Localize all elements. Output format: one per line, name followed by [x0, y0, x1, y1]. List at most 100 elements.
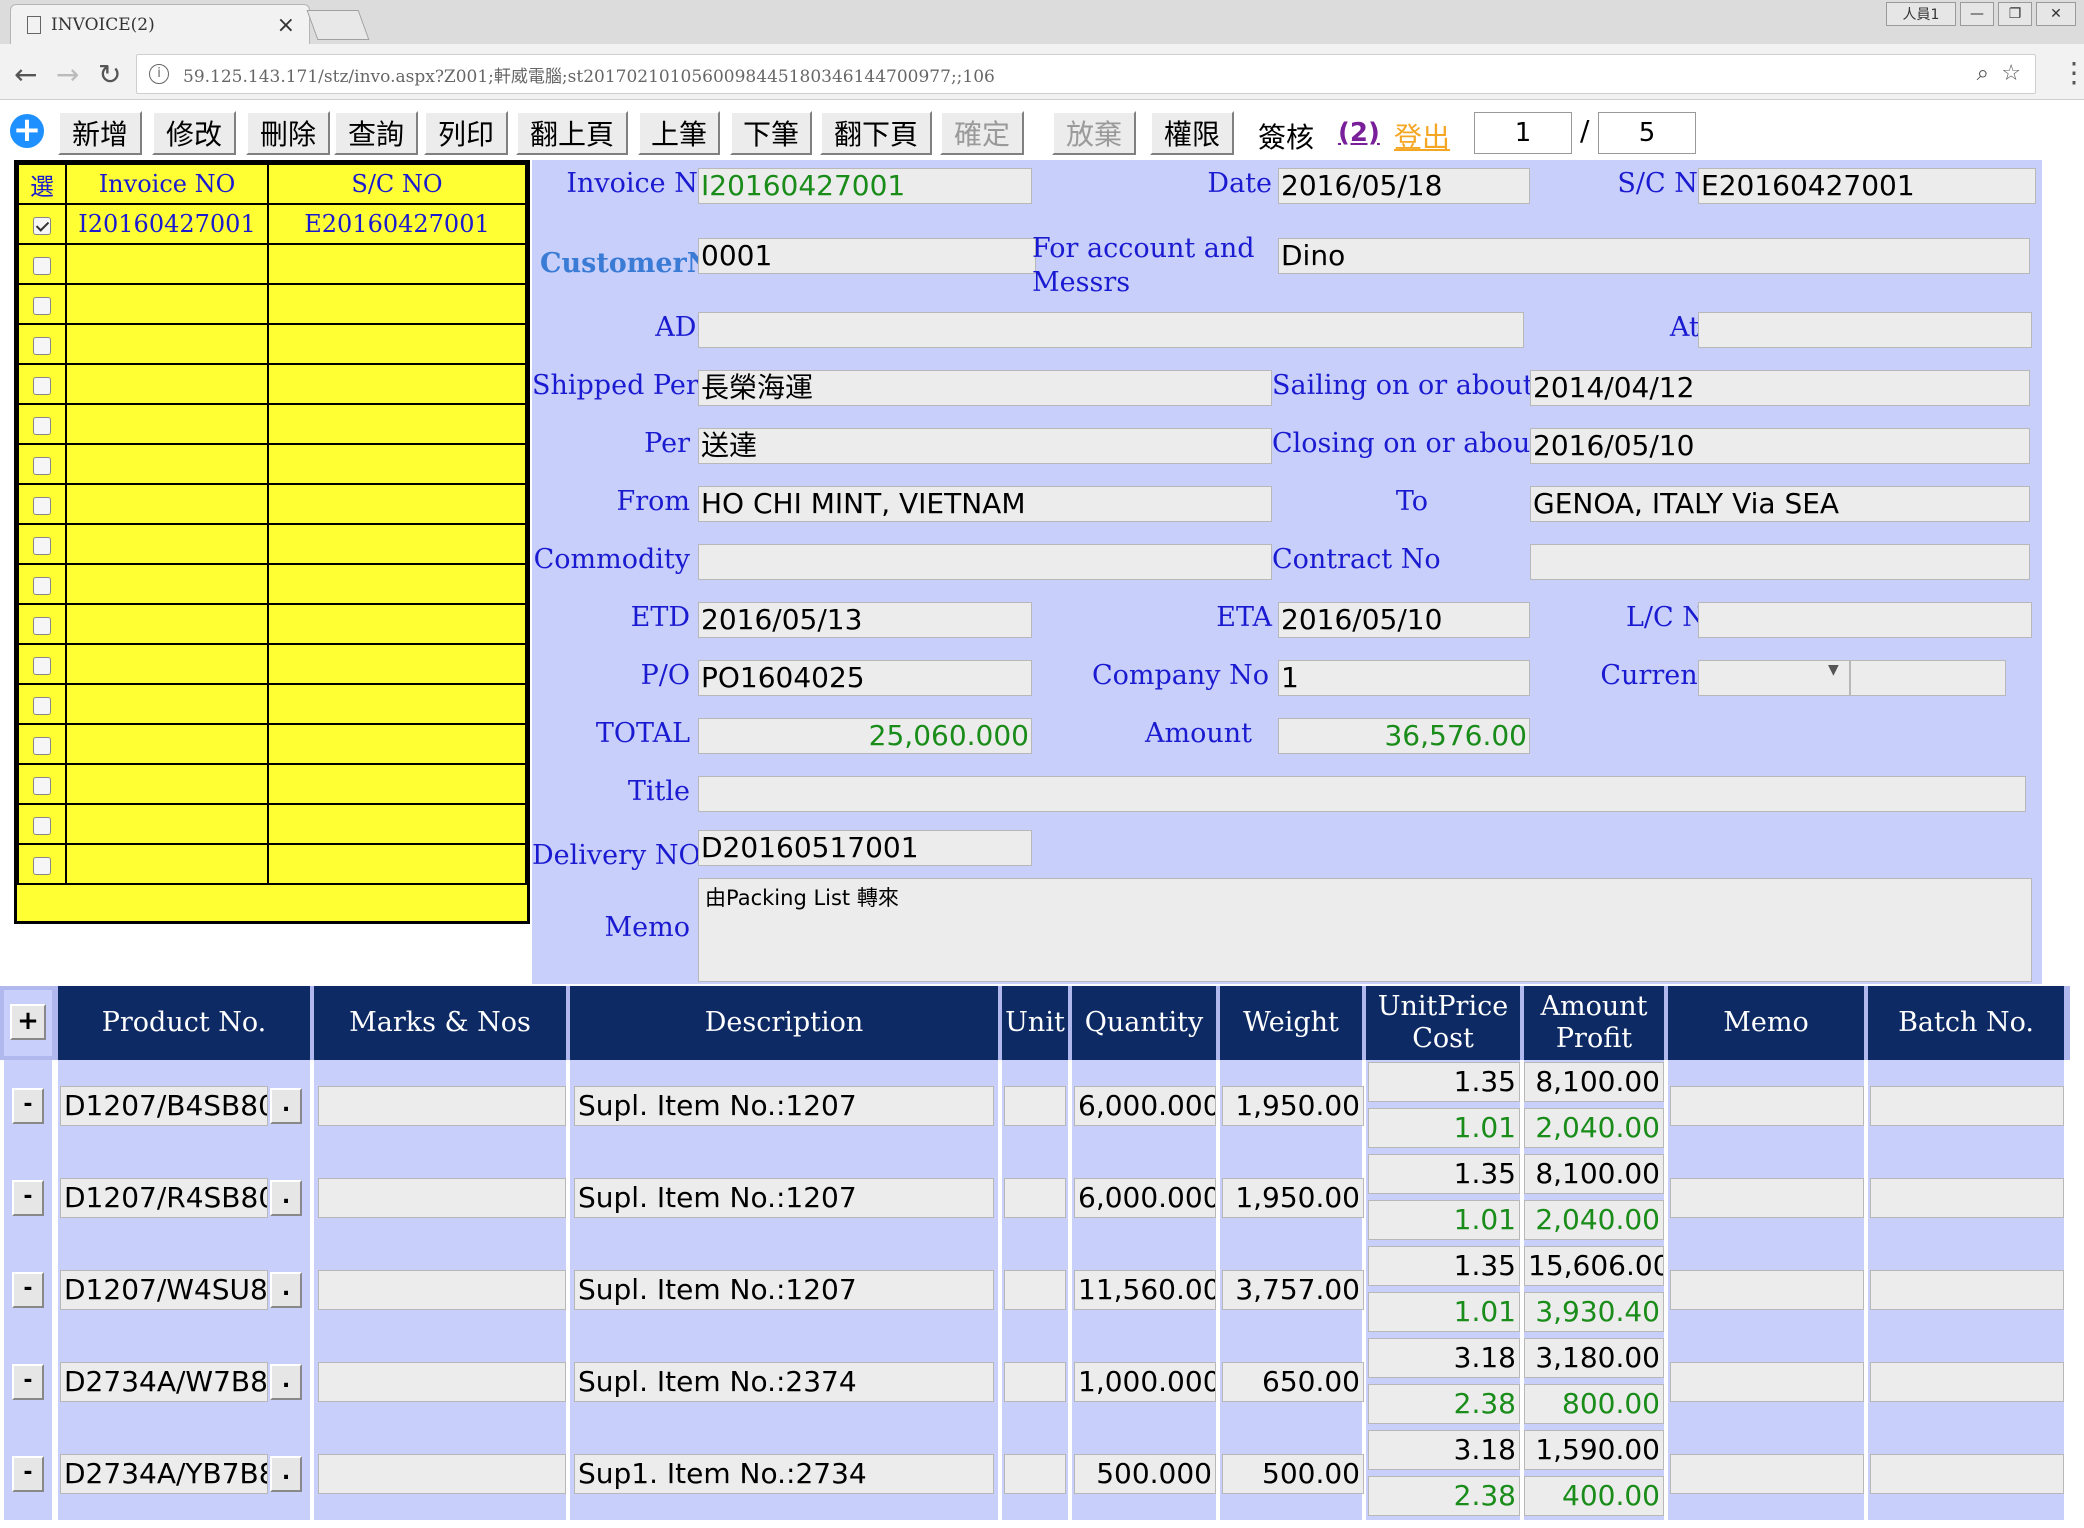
row-invoice-no[interactable] — [65, 363, 269, 405]
commodity-field[interactable] — [698, 544, 1272, 580]
info-icon[interactable]: i — [149, 64, 169, 84]
list-row[interactable] — [17, 443, 527, 485]
cost-field[interactable]: 1.01 — [1368, 1108, 1520, 1148]
row-invoice-no[interactable] — [65, 723, 269, 765]
next-page-button[interactable]: 翻下頁 — [820, 111, 932, 155]
row-sc-no[interactable] — [267, 563, 527, 605]
weight-field[interactable]: 500.00 — [1222, 1454, 1364, 1494]
row-checkbox[interactable] — [33, 456, 51, 475]
reload-icon[interactable]: ↻ — [98, 58, 121, 91]
row-invoice-no[interactable] — [65, 763, 269, 805]
row-sc-no[interactable] — [267, 603, 527, 645]
product-no-field[interactable]: D1207/W4SU80 — [60, 1270, 268, 1310]
chevron-down-icon[interactable]: ▼ — [1828, 662, 1839, 678]
row-sc-no[interactable] — [267, 683, 527, 725]
row-checkbox[interactable] — [33, 416, 51, 435]
list-row[interactable] — [17, 763, 527, 805]
remove-row-button[interactable]: - — [12, 1088, 44, 1124]
delivery-field[interactable]: D20160517001 — [698, 830, 1032, 866]
batch-no-field[interactable] — [1870, 1362, 2064, 1402]
minimize-icon[interactable]: — — [1960, 2, 1994, 26]
row-checkbox[interactable] — [33, 216, 51, 235]
row-checkbox[interactable] — [33, 856, 51, 875]
row-checkbox[interactable] — [33, 656, 51, 675]
row-sc-no[interactable] — [267, 523, 527, 565]
row-invoice-no[interactable] — [65, 803, 269, 845]
user-badge[interactable]: 人員1 — [1886, 2, 1956, 26]
prev-page-button[interactable]: 翻上頁 — [516, 111, 628, 155]
menu-icon[interactable]: ⋮ — [2060, 56, 2084, 89]
row-checkbox[interactable] — [33, 776, 51, 795]
new-button[interactable]: 新增 — [58, 111, 142, 155]
cancel-button[interactable]: 放棄 — [1052, 111, 1136, 155]
row-checkbox[interactable] — [33, 496, 51, 515]
memo-field[interactable] — [1670, 1362, 1864, 1402]
row-sc-no[interactable] — [267, 283, 527, 325]
row-checkbox[interactable] — [33, 576, 51, 595]
close-tab-icon[interactable]: × — [277, 13, 295, 38]
quantity-field[interactable]: 1,000.000 — [1074, 1362, 1216, 1402]
row-sc-no[interactable] — [267, 243, 527, 285]
quantity-field[interactable]: 6,000.000 — [1074, 1178, 1216, 1218]
row-checkbox[interactable] — [33, 816, 51, 835]
marks-field[interactable] — [318, 1362, 566, 1402]
memo-field[interactable] — [1670, 1270, 1864, 1310]
confirm-button[interactable]: 確定 — [940, 111, 1024, 155]
list-row[interactable] — [17, 403, 527, 445]
row-checkbox[interactable] — [33, 336, 51, 355]
page-current-input[interactable]: 1 — [1474, 112, 1572, 154]
row-sc-no[interactable] — [267, 483, 527, 525]
row-checkbox[interactable] — [33, 696, 51, 715]
amount-field[interactable]: 1,590.00 — [1524, 1430, 1664, 1470]
batch-no-field[interactable] — [1870, 1270, 2064, 1310]
product-lookup-button[interactable]: . — [270, 1272, 302, 1308]
row-sc-no[interactable] — [267, 763, 527, 805]
memo-textarea[interactable]: 由Packing List 轉來 — [698, 878, 2032, 982]
weight-field[interactable]: 650.00 — [1222, 1362, 1364, 1402]
list-row[interactable] — [17, 603, 527, 645]
maximize-icon[interactable]: ❐ — [1998, 2, 2032, 26]
row-sc-no[interactable] — [267, 443, 527, 485]
row-sc-no[interactable] — [267, 323, 527, 365]
cost-field[interactable]: 2.38 — [1368, 1384, 1520, 1424]
row-invoice-no[interactable] — [65, 243, 269, 285]
row-sc-no[interactable] — [267, 723, 527, 765]
memo-field[interactable] — [1670, 1178, 1864, 1218]
list-row[interactable] — [17, 803, 527, 845]
sign-count-link[interactable]: (2) — [1338, 118, 1380, 148]
product-no-field[interactable]: D2734A/YB7B80 — [60, 1454, 268, 1494]
add-circle-icon[interactable]: + — [10, 113, 44, 148]
row-sc-no[interactable]: E20160427001 — [267, 203, 527, 245]
row-invoice-no[interactable] — [65, 483, 269, 525]
list-row[interactable] — [17, 843, 527, 885]
permission-button[interactable]: 權限 — [1150, 111, 1234, 155]
browser-tab[interactable]: INVOICE(2) × — [10, 4, 310, 44]
row-invoice-no[interactable] — [65, 403, 269, 445]
list-row[interactable] — [17, 283, 527, 325]
quantity-field[interactable]: 11,560.000 — [1074, 1270, 1216, 1310]
marks-field[interactable] — [318, 1454, 566, 1494]
back-icon[interactable]: ← — [14, 58, 37, 91]
title-field[interactable] — [698, 776, 2026, 812]
list-row[interactable] — [17, 523, 527, 565]
company-field[interactable]: 1 — [1278, 660, 1530, 696]
sailing-field[interactable]: 2014/04/12 — [1530, 370, 2030, 406]
memo-field[interactable] — [1670, 1086, 1864, 1126]
list-row[interactable] — [17, 243, 527, 285]
amount-field[interactable]: 8,100.00 — [1524, 1154, 1664, 1194]
row-checkbox[interactable] — [33, 616, 51, 635]
memo-field[interactable] — [1670, 1454, 1864, 1494]
description-field[interactable]: Supl. Item No.:1207 — [574, 1270, 994, 1310]
product-lookup-button[interactable]: . — [270, 1088, 302, 1124]
row-checkbox[interactable] — [33, 296, 51, 315]
cost-field[interactable]: 1.01 — [1368, 1200, 1520, 1240]
amount-field[interactable]: 8,100.00 — [1524, 1062, 1664, 1102]
product-no-field[interactable]: D2734A/W7B80 — [60, 1362, 268, 1402]
remove-row-button[interactable]: - — [12, 1456, 44, 1492]
lc-field[interactable] — [1698, 602, 2032, 638]
list-row[interactable] — [17, 643, 527, 685]
row-invoice-no[interactable] — [65, 843, 269, 885]
closing-field[interactable]: 2016/05/10 — [1530, 428, 2030, 464]
product-no-field[interactable]: D1207/R4SB80 — [60, 1178, 268, 1218]
eta-field[interactable]: 2016/05/10 — [1278, 602, 1530, 638]
